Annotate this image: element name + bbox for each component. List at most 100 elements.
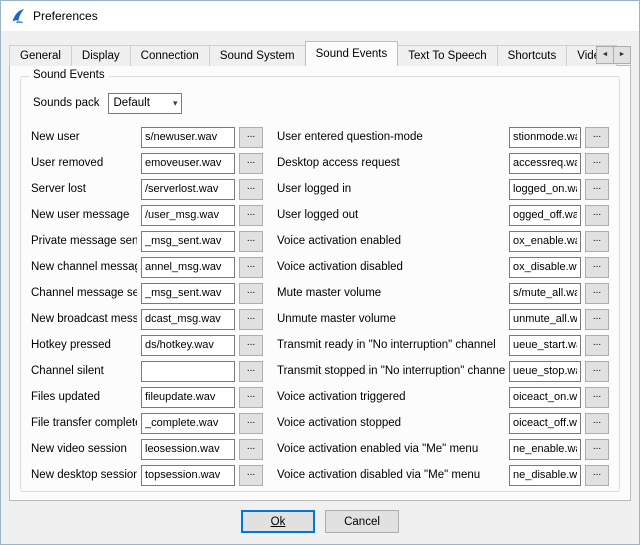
sound-file-input[interactable] [509, 127, 581, 148]
table-row: Private message sent ... [31, 231, 263, 252]
browse-button[interactable]: ... [239, 387, 263, 408]
sound-event-label: Voice activation stopped [277, 417, 505, 429]
browse-button[interactable]: ... [585, 413, 609, 434]
browse-button[interactable]: ... [585, 465, 609, 486]
sound-event-label: Files updated [31, 391, 137, 403]
tab-display[interactable]: Display [71, 45, 131, 66]
sound-file-input[interactable] [141, 257, 235, 278]
sound-event-label: Channel message sent [31, 287, 137, 299]
sound-file-input[interactable] [141, 309, 235, 330]
table-row: File transfer complete ... [31, 413, 263, 434]
table-row: New broadcast message ... [31, 309, 263, 330]
browse-button[interactable]: ... [585, 205, 609, 226]
tab-scroll-control: ◄ ► [596, 46, 631, 64]
table-row: Hotkey pressed ... [31, 335, 263, 356]
tab-text-to-speech[interactable]: Text To Speech [397, 45, 497, 66]
sound-file-input[interactable] [141, 179, 235, 200]
sound-file-input[interactable] [509, 387, 581, 408]
sound-event-label: Mute master volume [277, 287, 505, 299]
browse-button[interactable]: ... [585, 283, 609, 304]
browse-button[interactable]: ... [585, 309, 609, 330]
sound-file-input[interactable] [509, 465, 581, 486]
browse-button[interactable]: ... [585, 257, 609, 278]
table-row: Voice activation stopped ... [277, 413, 609, 434]
sound-file-input[interactable] [141, 413, 235, 434]
sound-file-input[interactable] [141, 231, 235, 252]
tab-general[interactable]: General [9, 45, 72, 66]
group-title: Sound Events [29, 69, 109, 81]
sound-event-label: Voice activation disabled via "Me" menu [277, 469, 505, 481]
browse-button[interactable]: ... [585, 179, 609, 200]
browse-button[interactable]: ... [239, 153, 263, 174]
titlebar[interactable]: Preferences [1, 1, 639, 31]
sound-file-input[interactable] [509, 179, 581, 200]
table-row: Server lost ... [31, 179, 263, 200]
browse-button[interactable]: ... [239, 283, 263, 304]
sound-file-input[interactable] [509, 257, 581, 278]
browse-button[interactable]: ... [585, 127, 609, 148]
sound-file-input[interactable] [509, 361, 581, 382]
table-row: New video session ... [31, 439, 263, 460]
tab-connection[interactable]: Connection [130, 45, 210, 66]
table-row: Voice activation enabled ... [277, 231, 609, 252]
sound-file-input[interactable] [509, 205, 581, 226]
sound-events-column-right: User entered question-mode ... Desktop a… [277, 127, 609, 486]
browse-button[interactable]: ... [239, 257, 263, 278]
browse-button[interactable]: ... [239, 179, 263, 200]
browse-button[interactable]: ... [585, 361, 609, 382]
sound-file-input[interactable] [509, 153, 581, 174]
sound-file-input[interactable] [141, 127, 235, 148]
sound-event-label: User logged out [277, 209, 505, 221]
browse-button[interactable]: ... [585, 387, 609, 408]
sound-file-input[interactable] [509, 413, 581, 434]
tab-scroll-right-button[interactable]: ► [613, 46, 631, 64]
ok-button[interactable]: Ok [241, 510, 315, 533]
browse-button[interactable]: ... [585, 335, 609, 356]
browse-button[interactable]: ... [239, 205, 263, 226]
sound-file-input[interactable] [509, 283, 581, 304]
table-row: Transmit ready in "No interruption" chan… [277, 335, 609, 356]
sound-events-column-left: New user ... User removed ... Server los… [31, 127, 263, 486]
sound-event-label: New video session [31, 443, 137, 455]
tab-scroll-left-button[interactable]: ◄ [596, 46, 614, 64]
sound-event-label: Unmute master volume [277, 313, 505, 325]
browse-button[interactable]: ... [239, 335, 263, 356]
sound-event-label: New desktop session [31, 469, 137, 481]
browse-button[interactable]: ... [239, 309, 263, 330]
sound-event-label: New user [31, 131, 137, 143]
tab-bar: General Display Connection Sound System … [9, 41, 631, 66]
sound-file-input[interactable] [141, 387, 235, 408]
sound-file-input[interactable] [509, 309, 581, 330]
sound-event-label: Transmit stopped in "No interruption" ch… [277, 365, 505, 377]
sound-event-label: Desktop access request [277, 157, 505, 169]
browse-button[interactable]: ... [239, 439, 263, 460]
browse-button[interactable]: ... [585, 153, 609, 174]
app-icon [10, 8, 26, 24]
browse-button[interactable]: ... [585, 231, 609, 252]
browse-button[interactable]: ... [239, 465, 263, 486]
browse-button[interactable]: ... [239, 127, 263, 148]
browse-button[interactable]: ... [585, 439, 609, 460]
table-row: New user message ... [31, 205, 263, 226]
browse-button[interactable]: ... [239, 361, 263, 382]
sound-file-input[interactable] [141, 283, 235, 304]
cancel-button[interactable]: Cancel [325, 510, 399, 533]
sound-file-input[interactable] [509, 439, 581, 460]
sound-file-input[interactable] [141, 361, 235, 382]
sound-file-input[interactable] [141, 465, 235, 486]
sound-event-label: User removed [31, 157, 137, 169]
tab-sound-events[interactable]: Sound Events [305, 41, 399, 66]
sound-file-input[interactable] [509, 335, 581, 356]
browse-button[interactable]: ... [239, 231, 263, 252]
tab-shortcuts[interactable]: Shortcuts [497, 45, 568, 66]
sound-file-input[interactable] [141, 439, 235, 460]
table-row: Voice activation disabled ... [277, 257, 609, 278]
sound-file-input[interactable] [141, 205, 235, 226]
sound-file-input[interactable] [141, 335, 235, 356]
sounds-pack-select[interactable]: Default ▾ [108, 93, 182, 114]
sound-file-input[interactable] [141, 153, 235, 174]
sound-file-input[interactable] [509, 231, 581, 252]
browse-button[interactable]: ... [239, 413, 263, 434]
sound-event-label: New broadcast message [31, 313, 137, 325]
tab-sound-system[interactable]: Sound System [209, 45, 306, 66]
